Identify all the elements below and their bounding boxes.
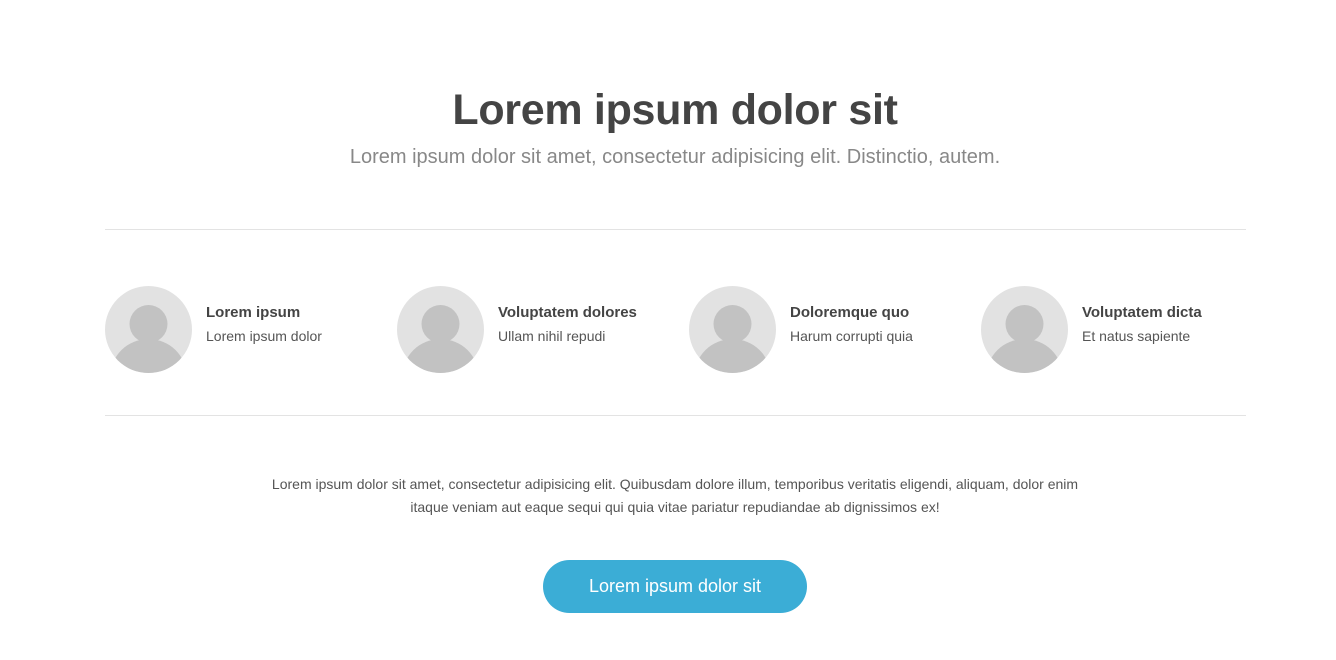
team-member: Voluptatem dolores Ullam nihil repudi [397, 286, 677, 374]
team-member: Voluptatem dicta Et natus sapiente [981, 286, 1261, 374]
page-title: Lorem ipsum dolor sit [452, 86, 898, 134]
page: Lorem ipsum dolor sit Lorem ipsum dolor … [0, 0, 1336, 660]
divider-top [105, 229, 1246, 230]
member-name: Lorem ipsum [206, 304, 301, 321]
user-avatar-icon [981, 286, 1068, 373]
team-list: Lorem ipsum Lorem ipsum dolor Voluptatem… [105, 286, 1246, 374]
member-role: Et natus sapiente [1082, 328, 1191, 344]
cta-button[interactable]: Lorem ipsum dolor sit [543, 560, 807, 613]
user-avatar-icon [689, 286, 776, 373]
member-name: Doloremque quo [790, 304, 910, 321]
member-name: Voluptatem dolores [498, 304, 637, 321]
user-avatar-icon [105, 286, 192, 373]
user-avatar-icon [397, 286, 484, 373]
member-role: Ullam nihil repudi [498, 328, 606, 344]
team-member: Doloremque quo Harum corrupti quia [689, 286, 969, 374]
member-role: Lorem ipsum dolor [206, 328, 322, 344]
team-member: Lorem ipsum Lorem ipsum dolor [105, 286, 385, 374]
divider-bottom [105, 415, 1246, 416]
body-paragraph: Lorem ipsum dolor sit amet, consectetur … [271, 476, 1079, 515]
member-role: Harum corrupti quia [790, 328, 913, 344]
page-subtitle: Lorem ipsum dolor sit amet, consectetur … [349, 146, 1001, 168]
member-name: Voluptatem dicta [1082, 304, 1202, 321]
